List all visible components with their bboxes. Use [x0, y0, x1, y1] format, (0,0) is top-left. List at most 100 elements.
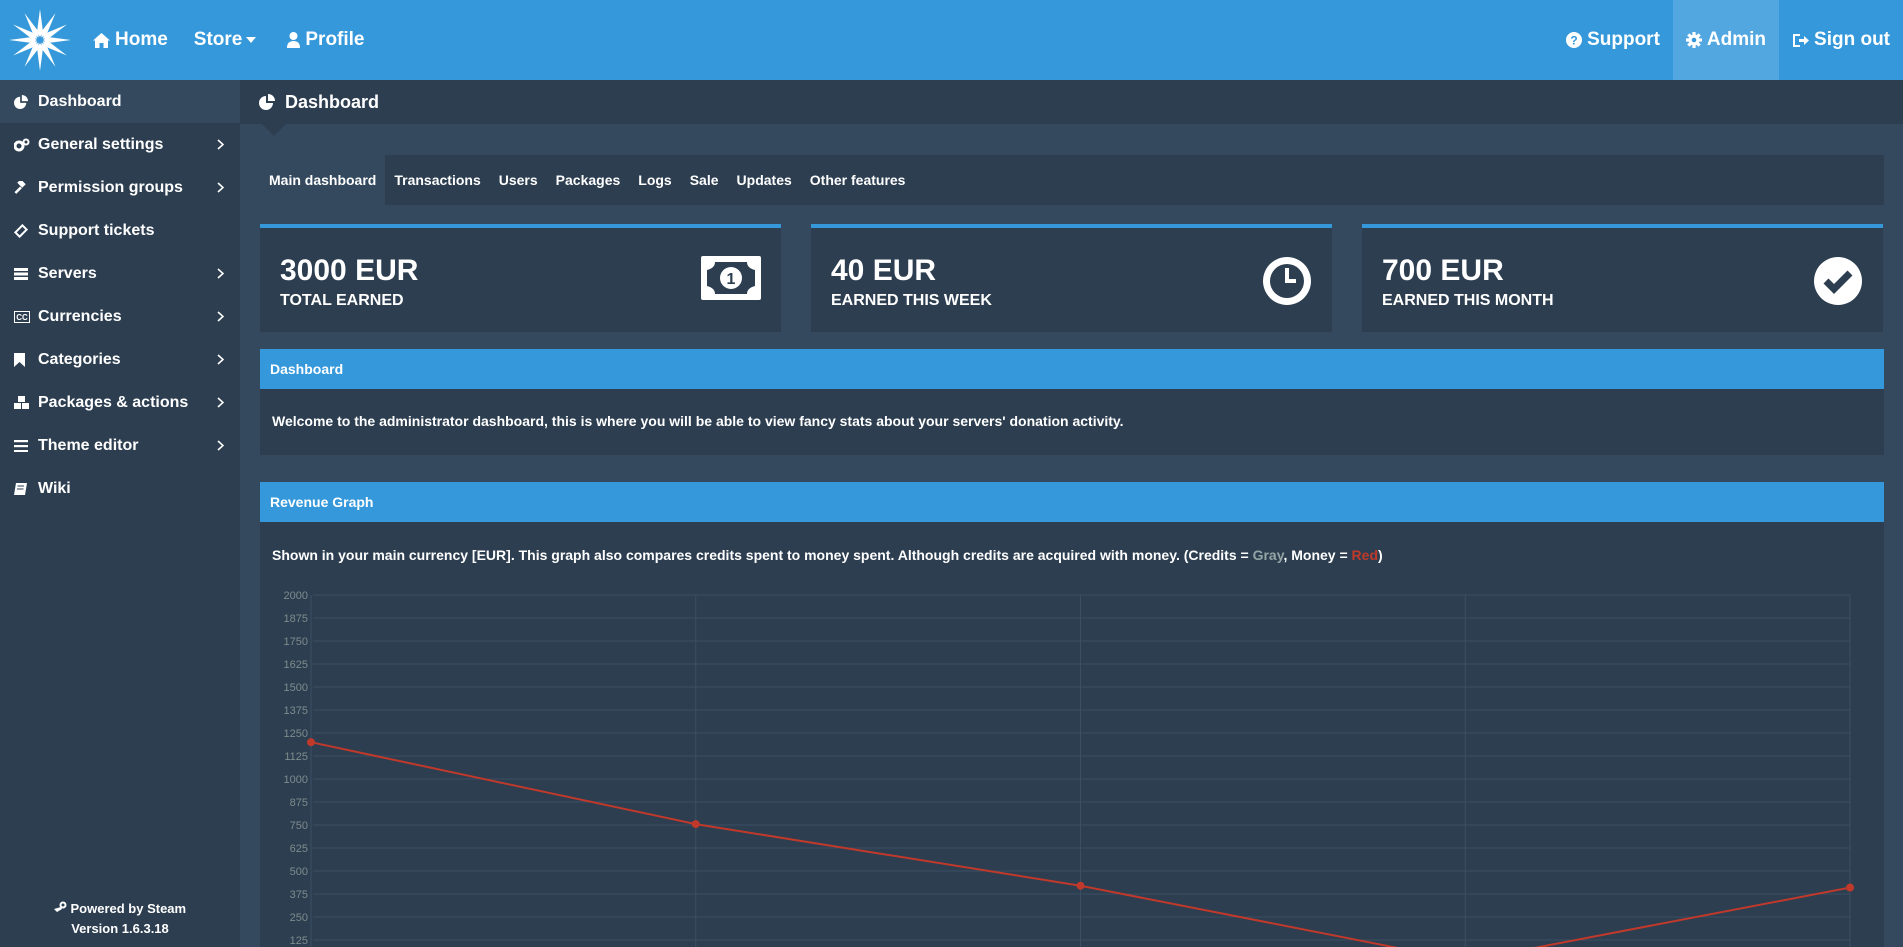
svg-text:CC: CC: [16, 313, 28, 322]
version-label: Version 1.6.3.18: [71, 921, 169, 936]
sidebar-item-general-settings[interactable]: General settings: [0, 123, 240, 166]
y-tick-label: 875: [290, 797, 308, 809]
chevron-right-icon: [214, 440, 226, 451]
server-icon: [14, 267, 38, 280]
sidebar-item-servers[interactable]: Servers: [0, 252, 240, 295]
svg-text:?: ?: [1570, 34, 1577, 48]
sidebar-footer: Powered by Steam Version 1.6.3.18: [0, 899, 240, 939]
nav-store[interactable]: Store: [181, 0, 275, 80]
revenue-text-mid: , Money =: [1283, 547, 1352, 563]
sidebar-item-support-tickets[interactable]: Support tickets: [0, 209, 240, 252]
nav-admin-label: Admin: [1706, 29, 1767, 50]
tab-sale[interactable]: Sale: [681, 155, 728, 205]
sidebar-item-label: Currencies: [38, 307, 122, 325]
bars-icon: [14, 439, 38, 452]
y-tick-label: 500: [290, 866, 308, 878]
stat-earned-week: 40 EUR EARNED THIS WEEK: [811, 224, 1332, 332]
sidebar-item-packages-actions[interactable]: Packages & actions: [0, 381, 240, 424]
book-icon: [14, 482, 38, 496]
nav-profile[interactable]: Profile: [274, 0, 377, 80]
chevron-right-icon: [214, 354, 226, 365]
nav-signout-label: Sign out: [1814, 29, 1890, 50]
check-circle-icon: [1813, 256, 1863, 311]
data-point: [691, 820, 700, 829]
page-header: Dashboard: [240, 80, 1903, 124]
nav-support-label: Support: [1587, 29, 1660, 50]
nav-signout[interactable]: Sign out: [1779, 0, 1903, 80]
header-pointer: [262, 124, 286, 136]
y-tick-label: 2000: [284, 590, 308, 602]
stat-label: TOTAL EARNED: [280, 292, 404, 309]
nav-admin[interactable]: Admin: [1672, 0, 1780, 80]
nav-home-label: Home: [115, 29, 168, 50]
bookmark-icon: [14, 352, 38, 367]
sidebar-item-label: Packages & actions: [38, 393, 189, 411]
ticket-icon: [14, 223, 38, 238]
sidebar-item-currencies[interactable]: CC Currencies: [0, 295, 240, 338]
logo[interactable]: [0, 0, 80, 80]
panel-title: Revenue Graph: [260, 482, 1884, 522]
tab-updates[interactable]: Updates: [728, 155, 801, 205]
svg-text:1: 1: [727, 271, 736, 288]
pie-chart-icon: [14, 94, 38, 109]
pie-chart-icon: [259, 94, 275, 110]
tab-packages[interactable]: Packages: [547, 155, 630, 205]
sidebar-item-theme-editor[interactable]: Theme editor: [0, 424, 240, 467]
nav-profile-label: Profile: [305, 29, 365, 50]
powered-by[interactable]: Powered by Steam: [0, 899, 240, 919]
home-icon: [93, 32, 110, 48]
gears-icon: [14, 138, 38, 152]
tab-other-features[interactable]: Other features: [801, 155, 915, 205]
sidebar-item-label: General settings: [38, 135, 164, 153]
sidebar-item-label: Servers: [38, 264, 97, 282]
sidebar-item-wiki[interactable]: Wiki: [0, 467, 240, 510]
chevron-right-icon: [214, 268, 226, 279]
dashboard-tabs: Main dashboard Transactions Users Packages L…: [260, 155, 1884, 205]
tab-logs[interactable]: Logs: [629, 155, 680, 205]
stat-total-earned: 3000 EUR TOTAL EARNED 1: [260, 224, 781, 332]
sidebar-item-label: Categories: [38, 350, 121, 368]
revenue-chart: 125 250 375 500 625 750 875 1000 1125 1250 1375 150…: [260, 586, 1884, 947]
y-tick-label: 250: [290, 912, 308, 924]
top-navbar: Home Store Profile ? Support Admin Sign …: [0, 0, 1903, 80]
stat-value: 40 EUR: [831, 254, 937, 287]
data-point: [1076, 881, 1085, 890]
y-tick-label: 1250: [284, 728, 308, 740]
dashboard-panel: Dashboard Welcome to the administrator d…: [260, 349, 1884, 455]
y-tick-label: 1875: [284, 613, 308, 625]
sidebar-item-categories[interactable]: Categories: [0, 338, 240, 381]
sidebar-item-dashboard[interactable]: Dashboard: [0, 80, 240, 123]
page-title: Dashboard: [285, 91, 380, 112]
y-tick-label: 1375: [284, 705, 308, 717]
y-tick-label: 1625: [284, 659, 308, 671]
sidebar-item-label: Dashboard: [38, 92, 122, 110]
credits-color-label: Gray: [1252, 547, 1284, 563]
money-color-label: Red: [1351, 547, 1378, 563]
cubes-icon: [14, 395, 38, 410]
panel-text: Welcome to the administrator dashboard, …: [272, 413, 1124, 429]
cc-icon: CC: [14, 310, 38, 323]
panel-title: Dashboard: [260, 349, 1884, 389]
sidebar-item-permission-groups[interactable]: Permission groups: [0, 166, 240, 209]
y-tick-label: 625: [290, 843, 308, 855]
nav-support[interactable]: ? Support: [1553, 0, 1673, 80]
data-point: [307, 738, 315, 747]
y-tick-label: 125: [290, 935, 308, 947]
nav-home[interactable]: Home: [80, 0, 181, 80]
y-tick-label: 375: [290, 889, 308, 901]
y-tick-label: 1750: [284, 636, 308, 648]
stat-label: EARNED THIS MONTH: [1382, 292, 1554, 309]
gear-icon: [1685, 32, 1702, 48]
tab-users[interactable]: Users: [490, 155, 547, 205]
stat-value: 700 EUR: [1382, 254, 1504, 287]
tab-main-dashboard[interactable]: Main dashboard: [260, 155, 386, 205]
revenue-text-post: ): [1378, 547, 1383, 563]
user-icon: [287, 32, 301, 48]
chevron-right-icon: [214, 397, 226, 408]
panel-text: Shown in your main currency [EUR]. This …: [260, 522, 1884, 575]
sidebar: Dashboard General settings Permission grou…: [0, 80, 240, 947]
sidebar-item-label: Support tickets: [38, 221, 155, 239]
tab-transactions[interactable]: Transactions: [385, 155, 489, 205]
y-tick-label: 1500: [284, 682, 308, 694]
stat-earned-month: 700 EUR EARNED THIS MONTH: [1362, 224, 1883, 332]
